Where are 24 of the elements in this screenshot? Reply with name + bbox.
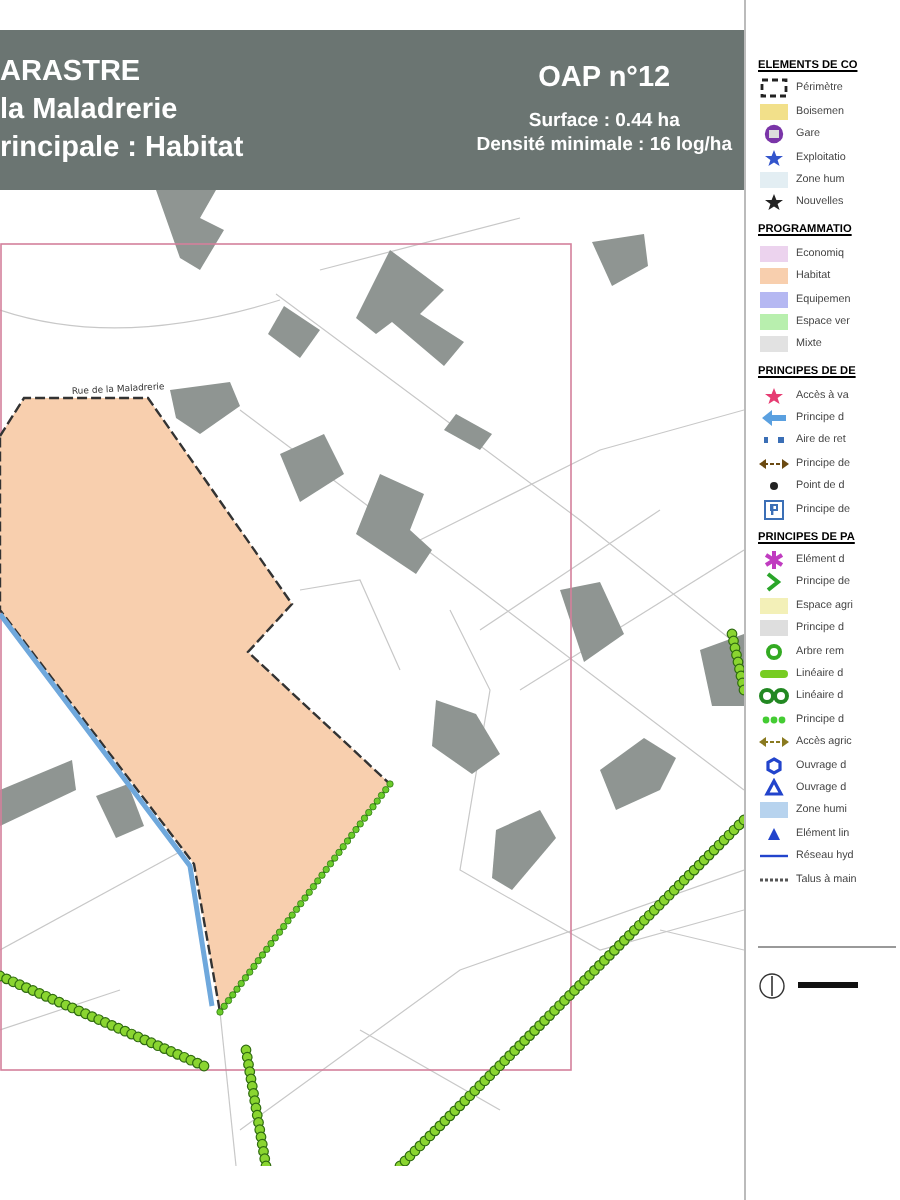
building-shape	[600, 738, 676, 810]
building-shape	[356, 250, 464, 366]
building-shape	[432, 700, 500, 774]
density-text: Densité minimale : 16 log/ha	[476, 134, 732, 158]
header-title: la Maladrerie	[0, 93, 180, 127]
scale-bar	[798, 981, 858, 989]
legend-symbol	[758, 78, 790, 99]
surface-text: Surface : 0.44 ha	[528, 110, 680, 134]
header-title: rincipale : Habitat	[0, 131, 244, 165]
building-shape	[356, 474, 432, 574]
building-shape	[268, 306, 320, 358]
hedge-line	[240, 1044, 272, 1166]
building-shape	[280, 434, 344, 502]
building-shape	[96, 784, 144, 838]
building-shape	[492, 810, 556, 890]
header-title: ARASTRE	[0, 55, 143, 89]
building-shape	[592, 234, 648, 286]
building-shape	[560, 582, 624, 662]
oap-number: OAP n°12	[538, 62, 671, 94]
building-shape	[444, 414, 492, 450]
building-shape	[170, 382, 240, 434]
building-shape	[0, 760, 76, 826]
building-shape	[156, 190, 224, 270]
hedge-line	[726, 628, 746, 696]
